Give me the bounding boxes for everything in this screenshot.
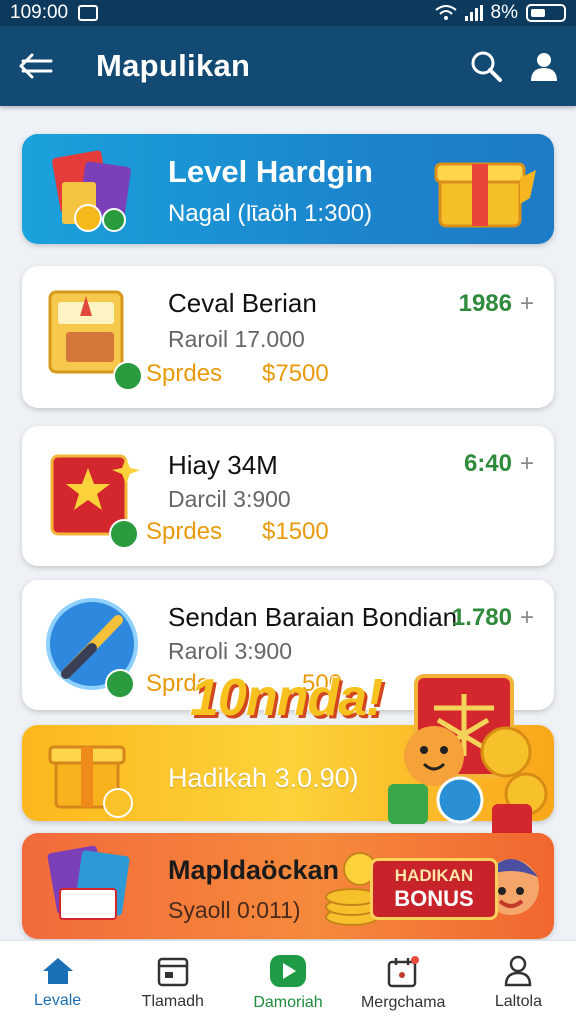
hero-title: Level Hardgin bbox=[168, 154, 373, 189]
item-name: Ceval Berian bbox=[168, 288, 317, 318]
nav-label: Tlamadh bbox=[141, 992, 204, 1010]
home-icon bbox=[42, 957, 73, 984]
item-price-label: Sprdes bbox=[146, 360, 223, 387]
nav-item-laltola[interactable]: Laltola bbox=[461, 941, 576, 1024]
play-icon bbox=[270, 954, 306, 987]
gold-banner[interactable]: Hadikah 3.0.90) bbox=[22, 725, 554, 821]
item-price: $7500 bbox=[262, 360, 329, 387]
item-price: $1500 bbox=[262, 518, 329, 545]
treasure-box-icon bbox=[434, 162, 536, 228]
nav-label: Laltola bbox=[494, 992, 542, 1010]
red-envelope-icon bbox=[50, 454, 140, 549]
calendar-icon bbox=[157, 957, 189, 986]
list-item[interactable]: Ceval Berian Raroil 17.000 Sprdes $7500 … bbox=[22, 266, 554, 408]
add-icon[interactable]: + bbox=[520, 290, 534, 317]
item-subtitle: Darcil 3:900 bbox=[168, 486, 291, 512]
item-value: 1986 + bbox=[458, 290, 534, 317]
battery-icon bbox=[526, 4, 566, 22]
item-subtitle: Raroli 3:900 bbox=[168, 638, 293, 664]
bonus-badge[interactable]: HADIKAN BONUS bbox=[370, 858, 498, 920]
bottom-navigation: Levale Tlamadh Damoriah Mergchama Laltol… bbox=[0, 940, 576, 1024]
bonus-badge-line2: BONUS bbox=[394, 886, 474, 911]
add-icon[interactable]: + bbox=[520, 604, 534, 631]
bonus-badge-line1: HADIKAN bbox=[394, 866, 474, 885]
nav-item-mergchama[interactable]: Mergchama bbox=[346, 941, 461, 1024]
tickets-illustration-icon bbox=[47, 845, 130, 920]
gift-calendar-icon bbox=[387, 955, 420, 987]
item-value: 6:40 + bbox=[463, 450, 534, 477]
back-arrow-icon bbox=[19, 53, 53, 79]
image-notification-icon bbox=[78, 5, 99, 21]
status-bar: 109:00 8% bbox=[0, 0, 576, 26]
nav-label: Damoriah bbox=[253, 993, 323, 1011]
level-hero-card[interactable]: Level Hardgin Nagal (Iɩ̄aöh 1:300) bbox=[22, 134, 554, 244]
item-name: Sendan Baraian Bondian bbox=[168, 602, 458, 632]
hero-subtitle: Nagal (Iɩ̄aöh 1:300) bbox=[168, 200, 373, 227]
nav-item-levale[interactable]: Levale bbox=[0, 941, 115, 1024]
app-bar: Mapulikan bbox=[0, 26, 576, 106]
page-title: Mapulikan bbox=[96, 48, 251, 83]
signal-icon bbox=[464, 5, 483, 21]
status-time: 109:00 bbox=[10, 2, 69, 23]
account-icon[interactable] bbox=[530, 51, 558, 81]
battery-percent: 8% bbox=[490, 2, 518, 23]
orange-banner-title: Mapldaöckan bbox=[168, 855, 340, 885]
wifi-icon bbox=[434, 5, 457, 20]
profile-icon bbox=[505, 955, 532, 986]
promo-headline: 10nnda! bbox=[190, 669, 383, 727]
gift-box-icon bbox=[48, 745, 133, 818]
ticket-illustration-icon bbox=[48, 290, 143, 391]
nav-label: Mergchama bbox=[360, 993, 446, 1011]
back-button[interactable] bbox=[0, 26, 72, 106]
add-icon[interactable]: + bbox=[520, 450, 534, 477]
orange-banner-subtitle: Syaoll 0:011) bbox=[168, 897, 301, 923]
nav-item-tlamadh[interactable]: Tlamadh bbox=[115, 941, 230, 1024]
nav-item-damoriah[interactable]: Damoriah bbox=[230, 941, 345, 1024]
wand-orb-icon bbox=[46, 598, 138, 699]
item-name: Hiay 34M bbox=[168, 450, 278, 480]
item-value: 1.780 + bbox=[451, 604, 534, 631]
item-price-label: Sprdes bbox=[146, 518, 223, 545]
cards-illustration-icon bbox=[52, 150, 131, 232]
item-subtitle: Raroil 17.000 bbox=[168, 326, 305, 352]
gold-banner-label: Hadikah 3.0.90) bbox=[168, 763, 359, 793]
list-item[interactable]: Hiay 34M Darcil 3:900 Sprdes $1500 6:40 + bbox=[22, 426, 554, 566]
search-icon[interactable] bbox=[470, 50, 502, 82]
nav-label: Levale bbox=[34, 991, 82, 1009]
